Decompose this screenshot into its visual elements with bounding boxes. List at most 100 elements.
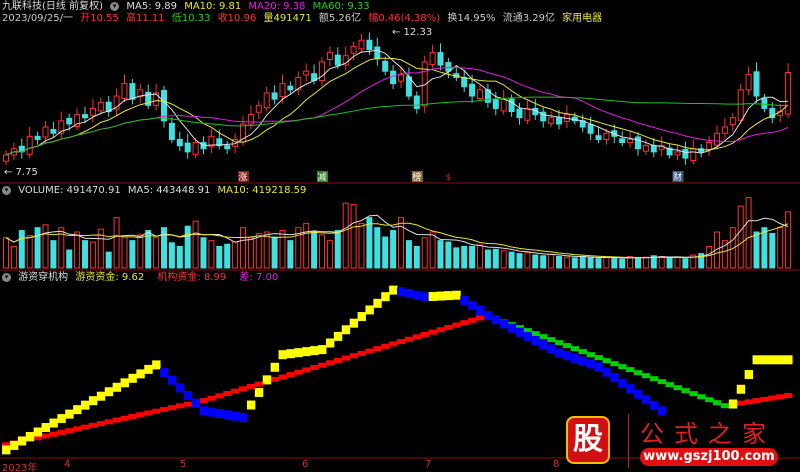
jg-segment: [705, 397, 714, 403]
candle-body: [516, 108, 523, 119]
logo-char: 股: [568, 418, 608, 462]
yz-segment: [136, 369, 145, 379]
volume-bar: [492, 248, 499, 269]
candle-body: [674, 151, 681, 156]
yz-segment: [515, 327, 524, 337]
yz-segment: [191, 398, 201, 408]
event-marker-label: 财: [673, 171, 682, 183]
volume-bar: [785, 211, 792, 269]
jg-segment: [420, 331, 430, 337]
change: 幅0.46(4.38%): [368, 13, 441, 24]
jg-segment: [88, 422, 98, 428]
ma20-line: [5, 66, 789, 156]
candle-body: [287, 85, 294, 91]
yz-segment: [112, 382, 122, 392]
candle-body: [26, 135, 33, 155]
jg-segment: [112, 417, 122, 423]
yz-segment: [262, 375, 272, 385]
volume-bar: [682, 258, 689, 269]
volume-bar: [619, 258, 626, 269]
volume-bar: [595, 258, 602, 269]
yz-segment: [602, 367, 611, 377]
jg-segment: [428, 329, 438, 335]
jg-segment: [412, 334, 422, 340]
jg-segment: [586, 352, 596, 358]
jg-value: 机构资金: 8.99: [157, 272, 227, 283]
jg-segment: [776, 394, 785, 400]
candle-body: [121, 83, 128, 100]
dropdown-icon[interactable]: ▾: [2, 272, 11, 282]
yz-segment: [570, 353, 580, 363]
candle-body: [461, 76, 468, 88]
jg-segment: [681, 388, 690, 394]
volume-bar: [255, 232, 262, 269]
jg-segment: [539, 334, 548, 340]
jg-segment: [404, 336, 414, 342]
yz-segment: [128, 373, 137, 383]
yz-segment: [9, 440, 19, 450]
volume-bar: [161, 227, 167, 269]
volume-bar: [350, 204, 357, 269]
dropdown-icon[interactable]: ▾: [110, 1, 120, 11]
volume: 量491471: [263, 13, 312, 24]
candle-body: [729, 117, 736, 126]
volume-bar: [642, 256, 649, 269]
candle-body: [706, 142, 713, 150]
logo-url: www.gszj100.com: [640, 448, 778, 466]
candle-body: [50, 129, 57, 134]
volume-bar: [168, 242, 175, 269]
yz-segment: [760, 355, 769, 365]
jg-segment: [665, 382, 675, 388]
yz-segment: [215, 409, 224, 419]
jg-segment: [547, 337, 556, 343]
ma5-label: MA5: 9.89: [126, 1, 178, 12]
event-marker-label: 榜: [412, 171, 421, 183]
jg-segment: [254, 381, 264, 387]
jg-segment: [531, 331, 540, 337]
yz-segment: [25, 431, 35, 441]
jg-segment: [278, 374, 287, 380]
volume-bar: [500, 250, 507, 269]
chart-canvas[interactable]: ← 12.33 ← 7.75 涨 减 榜 $ 财: [0, 0, 800, 472]
ma10-label: MA10: 9.81: [184, 1, 242, 12]
jg-segment: [657, 379, 667, 385]
jg-segment: [555, 340, 564, 346]
candle-body: [524, 107, 531, 121]
yz-segment: [641, 395, 651, 405]
volume-bar: [208, 240, 215, 269]
yz-segment: [41, 423, 50, 433]
volume-bar: [405, 240, 412, 269]
volume-bar: [271, 236, 278, 269]
volume-bar: [342, 202, 349, 269]
event-marker-label: $: [446, 173, 452, 183]
candle-body: [469, 83, 476, 97]
jg-segment: [199, 398, 208, 404]
volume-bar: [121, 236, 128, 269]
jg-segment: [626, 367, 635, 373]
sector[interactable]: 家用电器: [562, 13, 602, 24]
jg-segment: [183, 401, 193, 407]
jg-segment: [760, 396, 769, 402]
x-axis-label: 7: [425, 459, 432, 470]
yz-value: 游资资金: 9.62: [75, 272, 145, 283]
volume-bar: [666, 257, 673, 269]
jg-segment: [397, 339, 406, 345]
candle-body: [721, 126, 728, 134]
yz-segment: [436, 291, 445, 301]
volume-bar: [540, 255, 547, 269]
dropdown-icon[interactable]: ▾: [2, 185, 11, 195]
event-marker-label: 涨: [238, 172, 247, 183]
jg-segment: [460, 320, 469, 326]
volume-bar: [113, 217, 120, 269]
stock-name: 九联科技(日线 前复权): [2, 1, 103, 12]
volume-bar: [129, 240, 136, 269]
yz-segment: [270, 362, 280, 372]
volume-bar: [445, 241, 452, 269]
yz-segment: [728, 399, 738, 409]
yz-segment: [33, 427, 43, 437]
jg-segment: [325, 360, 335, 366]
jg-segment: [697, 394, 706, 400]
float-shares: 流通3.29亿: [502, 13, 555, 24]
yz-segment: [104, 387, 114, 397]
logo-divider: [628, 414, 629, 468]
